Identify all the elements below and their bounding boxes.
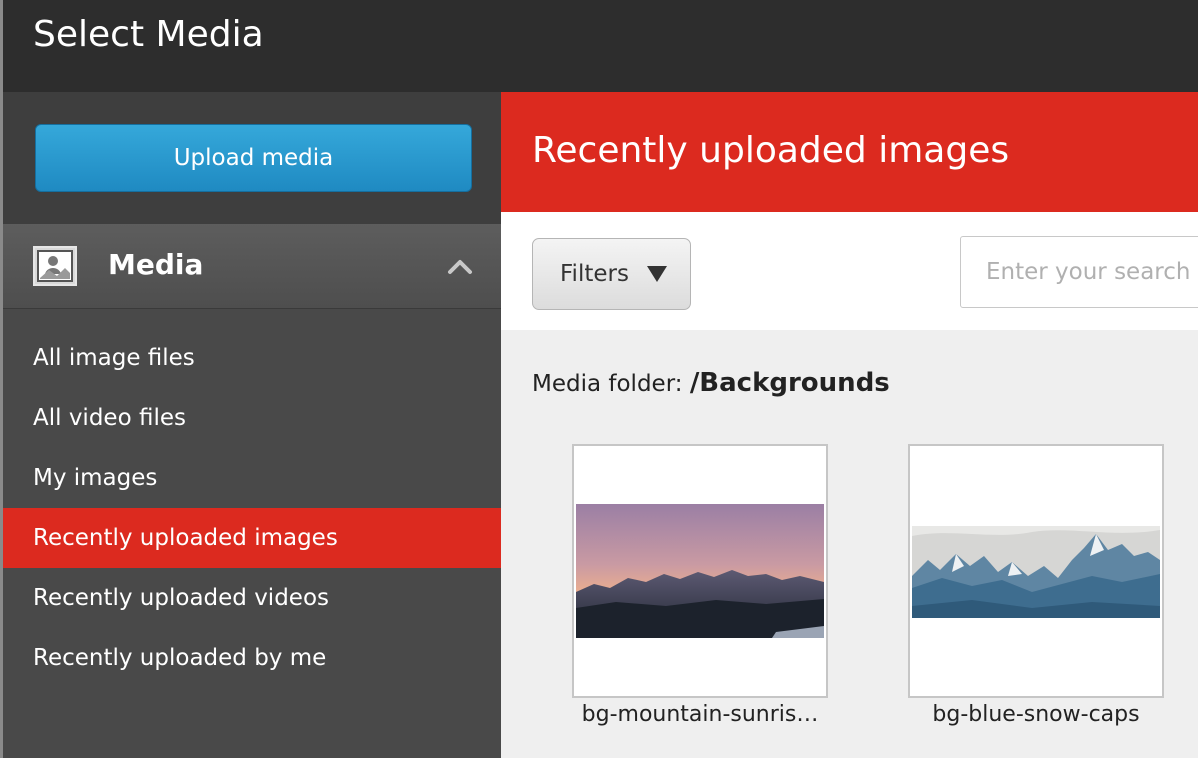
main-panel: Recently uploaded images Filters Media f… xyxy=(501,92,1198,758)
media-item-caption: bg-blue-snow-caps xyxy=(932,702,1140,727)
blue-snow-caps-image xyxy=(912,526,1160,618)
nav-item-recently-uploaded-images[interactable]: Recently uploaded images xyxy=(3,508,501,568)
thumbnail-blue-snow-caps[interactable] xyxy=(908,444,1164,698)
media-item[interactable]: bg-mountain-sunris… xyxy=(572,444,828,727)
media-item[interactable]: bg-blue-snow-caps xyxy=(908,444,1164,727)
nav-item-recently-uploaded-videos[interactable]: Recently uploaded videos xyxy=(3,568,501,628)
media-section-label: Media xyxy=(108,248,204,281)
media-section-toggle[interactable]: Media xyxy=(3,224,501,309)
image-icon xyxy=(33,246,77,286)
media-folder-label: Media folder: xyxy=(532,371,683,397)
media-folder-breadcrumb: Media folder: /Backgrounds xyxy=(532,368,890,398)
media-folder-path: /Backgrounds xyxy=(689,368,890,398)
nav-item-all-image-files[interactable]: All image files xyxy=(3,328,501,388)
media-item-caption: bg-mountain-sunris… xyxy=(581,702,819,727)
toolbar: Filters xyxy=(501,212,1198,330)
chevron-up-icon[interactable] xyxy=(447,256,473,276)
nav-item-all-video-files[interactable]: All video files xyxy=(3,388,501,448)
upload-media-button[interactable]: Upload media xyxy=(35,124,472,192)
title-bar: Select Media xyxy=(0,0,1198,92)
thumbnail-mountain-sunrise[interactable] xyxy=(572,444,828,698)
nav-item-recently-uploaded-by-me[interactable]: Recently uploaded by me xyxy=(3,628,501,688)
filters-button[interactable]: Filters xyxy=(532,238,691,310)
search-input[interactable] xyxy=(960,236,1198,308)
filters-label: Filters xyxy=(560,261,629,287)
media-nav: All image files All video files My image… xyxy=(3,328,501,688)
page-title: Recently uploaded images xyxy=(532,130,1010,171)
sidebar: Upload media Media All image files All v… xyxy=(0,92,501,758)
mountain-sunrise-image xyxy=(576,504,824,638)
main-header: Recently uploaded images xyxy=(501,92,1198,212)
upload-area: Upload media xyxy=(3,92,501,224)
nav-item-my-images[interactable]: My images xyxy=(3,448,501,508)
caret-down-icon xyxy=(646,266,667,282)
window-title: Select Media xyxy=(33,14,264,55)
